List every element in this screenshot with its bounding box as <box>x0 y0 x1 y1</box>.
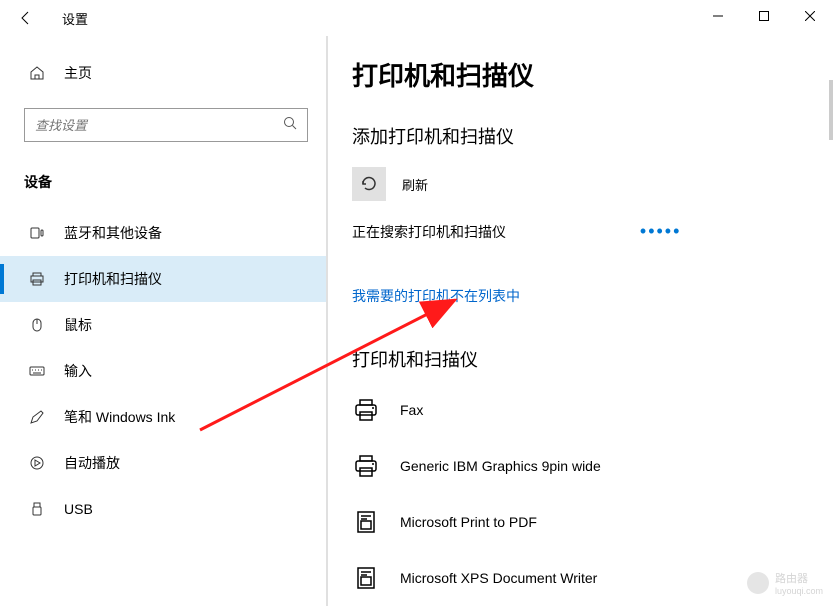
printer-not-listed-link[interactable]: 我需要的打印机不在列表中 <box>352 286 520 306</box>
close-button[interactable] <box>787 0 833 32</box>
sidebar-item-label: USB <box>64 501 93 517</box>
list-section-title: 打印机和扫描仪 <box>352 346 833 372</box>
add-section-title: 添加打印机和扫描仪 <box>352 123 833 149</box>
back-button[interactable] <box>14 6 38 30</box>
sidebar-item-printers[interactable]: 打印机和扫描仪 <box>0 256 326 302</box>
search-input[interactable] <box>35 118 283 133</box>
device-list: Fax Generic IBM Graphics 9pin wide Micro… <box>352 390 833 598</box>
nav-list: 蓝牙和其他设备 打印机和扫描仪 鼠标 输入 <box>0 210 326 532</box>
titlebar: 设置 <box>0 0 833 36</box>
sidebar-item-label: 笔和 Windows Ink <box>64 407 175 427</box>
bluetooth-icon <box>28 225 46 241</box>
window-controls <box>695 0 833 32</box>
printer-icon <box>352 396 380 424</box>
maximize-button[interactable] <box>741 0 787 32</box>
scrollbar-track[interactable] <box>829 80 833 140</box>
refresh-icon <box>360 175 378 193</box>
sidebar-section-header: 设备 <box>0 166 326 210</box>
device-item[interactable]: Fax <box>352 390 833 430</box>
home-label: 主页 <box>64 63 92 83</box>
refresh-row: 刷新 <box>352 167 833 201</box>
printer-icon <box>28 271 46 287</box>
sidebar-item-label: 蓝牙和其他设备 <box>64 223 162 243</box>
searching-row: 正在搜索打印机和扫描仪 ••••• <box>352 221 833 242</box>
mouse-icon <box>28 317 46 333</box>
sidebar-item-label: 自动播放 <box>64 453 120 473</box>
sidebar-item-label: 打印机和扫描仪 <box>64 269 162 289</box>
content-area: 打印机和扫描仪 添加打印机和扫描仪 刷新 正在搜索打印机和扫描仪 ••••• 我… <box>328 36 833 606</box>
device-name: Generic IBM Graphics 9pin wide <box>400 458 601 474</box>
home-nav[interactable]: 主页 <box>0 54 326 92</box>
searching-text: 正在搜索打印机和扫描仪 <box>352 224 506 240</box>
doc-printer-icon <box>352 508 380 536</box>
watermark-icon <box>747 572 769 594</box>
sidebar-item-autoplay[interactable]: 自动播放 <box>0 440 326 486</box>
doc-printer-icon <box>352 564 380 592</box>
sidebar-item-label: 输入 <box>64 361 92 381</box>
page-title: 打印机和扫描仪 <box>352 56 833 93</box>
refresh-button[interactable] <box>352 167 386 201</box>
minimize-button[interactable] <box>695 0 741 32</box>
home-icon <box>28 65 46 81</box>
device-item[interactable]: Microsoft Print to PDF <box>352 502 833 542</box>
app-title: 设置 <box>62 9 88 28</box>
sidebar-item-usb[interactable]: USB <box>0 486 326 532</box>
sidebar-item-mouse[interactable]: 鼠标 <box>0 302 326 348</box>
device-name: Fax <box>400 402 423 418</box>
device-item[interactable]: Generic IBM Graphics 9pin wide <box>352 446 833 486</box>
printer-icon <box>352 452 380 480</box>
watermark-text: 路由器 <box>775 570 823 586</box>
device-name: Microsoft XPS Document Writer <box>400 570 597 586</box>
sidebar: 主页 设备 蓝牙和其他设备 <box>0 36 328 606</box>
progress-dots: ••••• <box>640 221 682 242</box>
watermark-sub: luyouqi.com <box>775 586 823 596</box>
search-icon <box>283 116 297 135</box>
autoplay-icon <box>28 455 46 471</box>
sidebar-item-pen[interactable]: 笔和 Windows Ink <box>0 394 326 440</box>
usb-icon <box>28 501 46 517</box>
pen-icon <box>28 409 46 425</box>
sidebar-item-typing[interactable]: 输入 <box>0 348 326 394</box>
device-name: Microsoft Print to PDF <box>400 514 537 530</box>
search-box[interactable] <box>24 108 308 142</box>
refresh-label: 刷新 <box>402 175 428 194</box>
watermark: 路由器 luyouqi.com <box>747 570 823 596</box>
sidebar-item-bluetooth[interactable]: 蓝牙和其他设备 <box>0 210 326 256</box>
sidebar-item-label: 鼠标 <box>64 315 92 335</box>
keyboard-icon <box>28 363 46 379</box>
